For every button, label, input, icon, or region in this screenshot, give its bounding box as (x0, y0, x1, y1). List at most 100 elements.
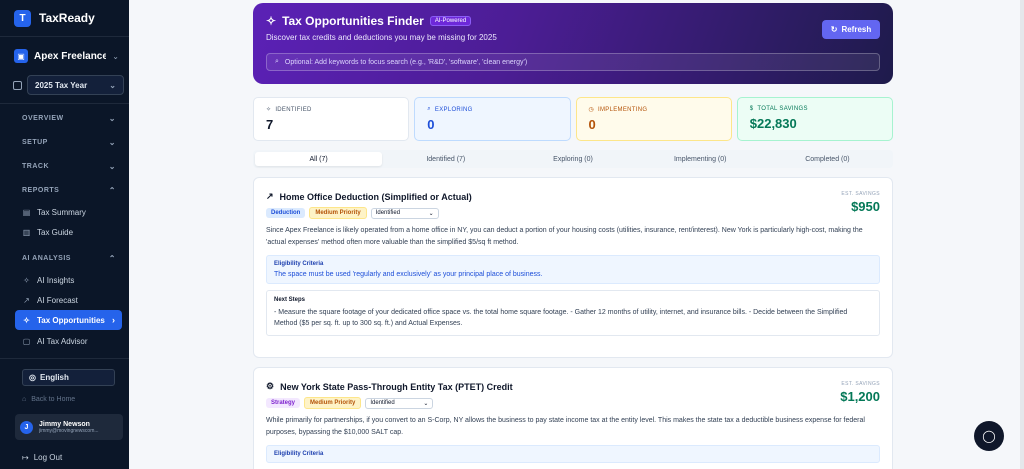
refresh-icon: ↻ (830, 25, 838, 34)
ai-badge: AI-Powered (429, 16, 472, 26)
eligibility-box: Eligibility Criteria (266, 445, 880, 463)
brand-name: TaxReady (39, 11, 95, 25)
next-steps-text: - Measure the square footage of your ded… (274, 309, 848, 327)
tab-completed[interactable]: Completed (0) (764, 152, 891, 166)
user-card[interactable]: J Jimmy Newson jimmy@movingnewscom... (15, 414, 123, 440)
stat-value: 0 (588, 117, 596, 132)
nav-section-label: OVERVIEW (22, 114, 64, 122)
stat-identified[interactable]: ✧ IDENTIFIED 7 (253, 97, 410, 141)
sidebar-item-label: AI Forecast (37, 295, 78, 305)
sidebar-item-tax-opportunities[interactable]: ✧ Tax Opportunities › (15, 310, 122, 330)
sidebar-item-label: AI Insights (37, 275, 75, 285)
status-tabs: All (7) Identified (7) Exploring (0) Imp… (253, 150, 893, 168)
search-icon: ⌕ (427, 106, 431, 112)
user-email: jimmy@movingnewscom... (39, 427, 99, 434)
tab-implementing[interactable]: Implementing (0) (637, 152, 764, 166)
savings-value: $1,200 (840, 389, 880, 404)
nav-section-label: TRACK (22, 162, 49, 170)
nav-section-overview[interactable]: OVERVIEW ⌄ (0, 106, 129, 130)
keyword-search-input[interactable]: ⌕ Optional: Add keywords to focus search… (266, 53, 880, 71)
tax-year-row: 2025 Tax Year ⌄ (0, 73, 129, 97)
eligibility-label: Eligibility Criteria (274, 261, 324, 267)
logout-button[interactable]: ↦ Log Out (0, 444, 129, 469)
sidebar-item-ai-forecast[interactable]: ↗ AI Forecast (0, 290, 129, 310)
avatar: J (20, 420, 33, 434)
savings-value: $950 (851, 199, 880, 214)
tax-year-select[interactable]: 2025 Tax Year ⌄ (27, 75, 124, 95)
language-select[interactable]: ◎ English (22, 369, 115, 386)
stat-value: $22,830 (749, 116, 797, 131)
savings-label: EST. SAVINGS (841, 191, 880, 197)
dollar-icon: $ (749, 106, 754, 112)
sidebar-item-tax-summary[interactable]: ▤ Tax Summary (0, 202, 129, 222)
stats-row: ✧ IDENTIFIED 7 ⌕ EXPLORING 0 ◷ IMPLEMENTING… (253, 97, 893, 141)
card-description: While primarily for partnerships, if you… (266, 417, 865, 436)
tags-row: Deduction Medium Priority Identified ⌄ (266, 207, 880, 219)
book-icon: ▤ (22, 207, 31, 217)
org-name: Apex Freelance L... (34, 50, 107, 62)
chat-icon: ▢ (22, 336, 31, 346)
nav-section-label: AI ANALYSIS (22, 254, 71, 262)
priority-tag: Medium Priority (309, 207, 367, 219)
chevron-down-icon: ⌄ (112, 51, 119, 61)
chevron-down-icon: ⌄ (428, 210, 434, 217)
home-icon: ⌂ (22, 395, 27, 403)
back-home-link[interactable]: ⌂ Back to Home (0, 386, 129, 412)
hero-banner: ✧ Tax Opportunities Finder AI-Powered Di… (253, 3, 893, 84)
nav-section-reports[interactable]: REPORTS ⌃ (0, 178, 129, 202)
search-icon: ⌕ (275, 58, 279, 65)
sidebar-item-ai-insights[interactable]: ✧ AI Insights (0, 270, 129, 290)
opportunity-card: ⚙ New York State Pass-Through Entity Tax… (253, 367, 893, 469)
savings-label: EST. SAVINGS (841, 381, 880, 387)
chevron-down-icon: ⌄ (423, 400, 429, 407)
trend-icon: ↗ (23, 295, 30, 305)
brand[interactable]: T TaxReady (0, 0, 129, 36)
status-select[interactable]: Identified ⌄ (370, 207, 439, 219)
globe-icon: ◎ (29, 373, 36, 382)
divider (0, 358, 129, 359)
document-icon: ▥ (22, 227, 31, 237)
stat-implementing[interactable]: ◷ IMPLEMENTING 0 (575, 97, 732, 141)
sidebar-item-tax-guide[interactable]: ▥ Tax Guide (0, 222, 129, 242)
chat-button[interactable]: ◯ (974, 421, 1004, 451)
tab-exploring[interactable]: Exploring (0) (509, 152, 636, 166)
refresh-button[interactable]: ↻ Refresh (822, 20, 880, 39)
nav-section-ai-analysis[interactable]: AI ANALYSIS ⌃ (0, 246, 129, 270)
stat-label: IMPLEMENTING (598, 106, 648, 113)
tab-identified[interactable]: Identified (7) (382, 152, 509, 166)
type-tag: Strategy (266, 398, 301, 408)
stat-label: TOTAL SAVINGS (757, 106, 808, 112)
tab-all[interactable]: All (7) (255, 152, 383, 166)
scrollbar[interactable] (1020, 0, 1024, 469)
divider (0, 103, 129, 104)
opportunity-card: ↗ Home Office Deduction (Simplified or A… (253, 177, 893, 358)
chevron-down-icon: ⌄ (108, 137, 116, 147)
refresh-label: Refresh (841, 25, 872, 34)
savings-block: EST. SAVINGS $950 (841, 191, 880, 214)
sparkle-icon: ✧ (266, 14, 277, 28)
nav-section-setup[interactable]: SETUP ⌄ (0, 130, 129, 154)
chevron-down-icon: ⌄ (108, 161, 116, 171)
status-value: Identified (370, 399, 395, 406)
sidebar-item-ai-tax-advisor[interactable]: ▢ AI Tax Advisor (0, 331, 129, 351)
chevron-up-icon: ⌃ (108, 185, 116, 195)
card-description: Since Apex Freelance is likely operated … (266, 227, 863, 246)
status-select[interactable]: Identified ⌄ (365, 397, 434, 409)
stat-total-savings[interactable]: $ TOTAL SAVINGS $22,830 (736, 97, 893, 141)
nav-section-label: REPORTS (22, 186, 60, 194)
sidebar-item-label: AI Tax Advisor (37, 336, 88, 346)
stat-exploring[interactable]: ⌕ EXPLORING 0 (414, 97, 571, 141)
search-placeholder: Optional: Add keywords to focus search (… (284, 58, 528, 66)
stat-label: IDENTIFIED (275, 106, 312, 113)
nav-section-track[interactable]: TRACK ⌄ (0, 154, 129, 178)
eligibility-label: Eligibility Criteria (274, 451, 324, 457)
eligibility-box: Eligibility Criteria The space must be u… (266, 255, 880, 284)
stat-value: 7 (266, 117, 274, 132)
trend-icon: ↗ (266, 191, 274, 201)
sidebar-item-label: Tax Opportunities (37, 315, 105, 325)
gear-icon: ⚙ (266, 381, 275, 391)
next-steps-box: Next Steps - Measure the square footage … (266, 290, 880, 336)
page-title: Tax Opportunities Finder (282, 14, 424, 28)
user-name: Jimmy Newson (39, 420, 90, 428)
org-switcher[interactable]: ▣ Apex Freelance L... ⌄ (0, 39, 129, 73)
